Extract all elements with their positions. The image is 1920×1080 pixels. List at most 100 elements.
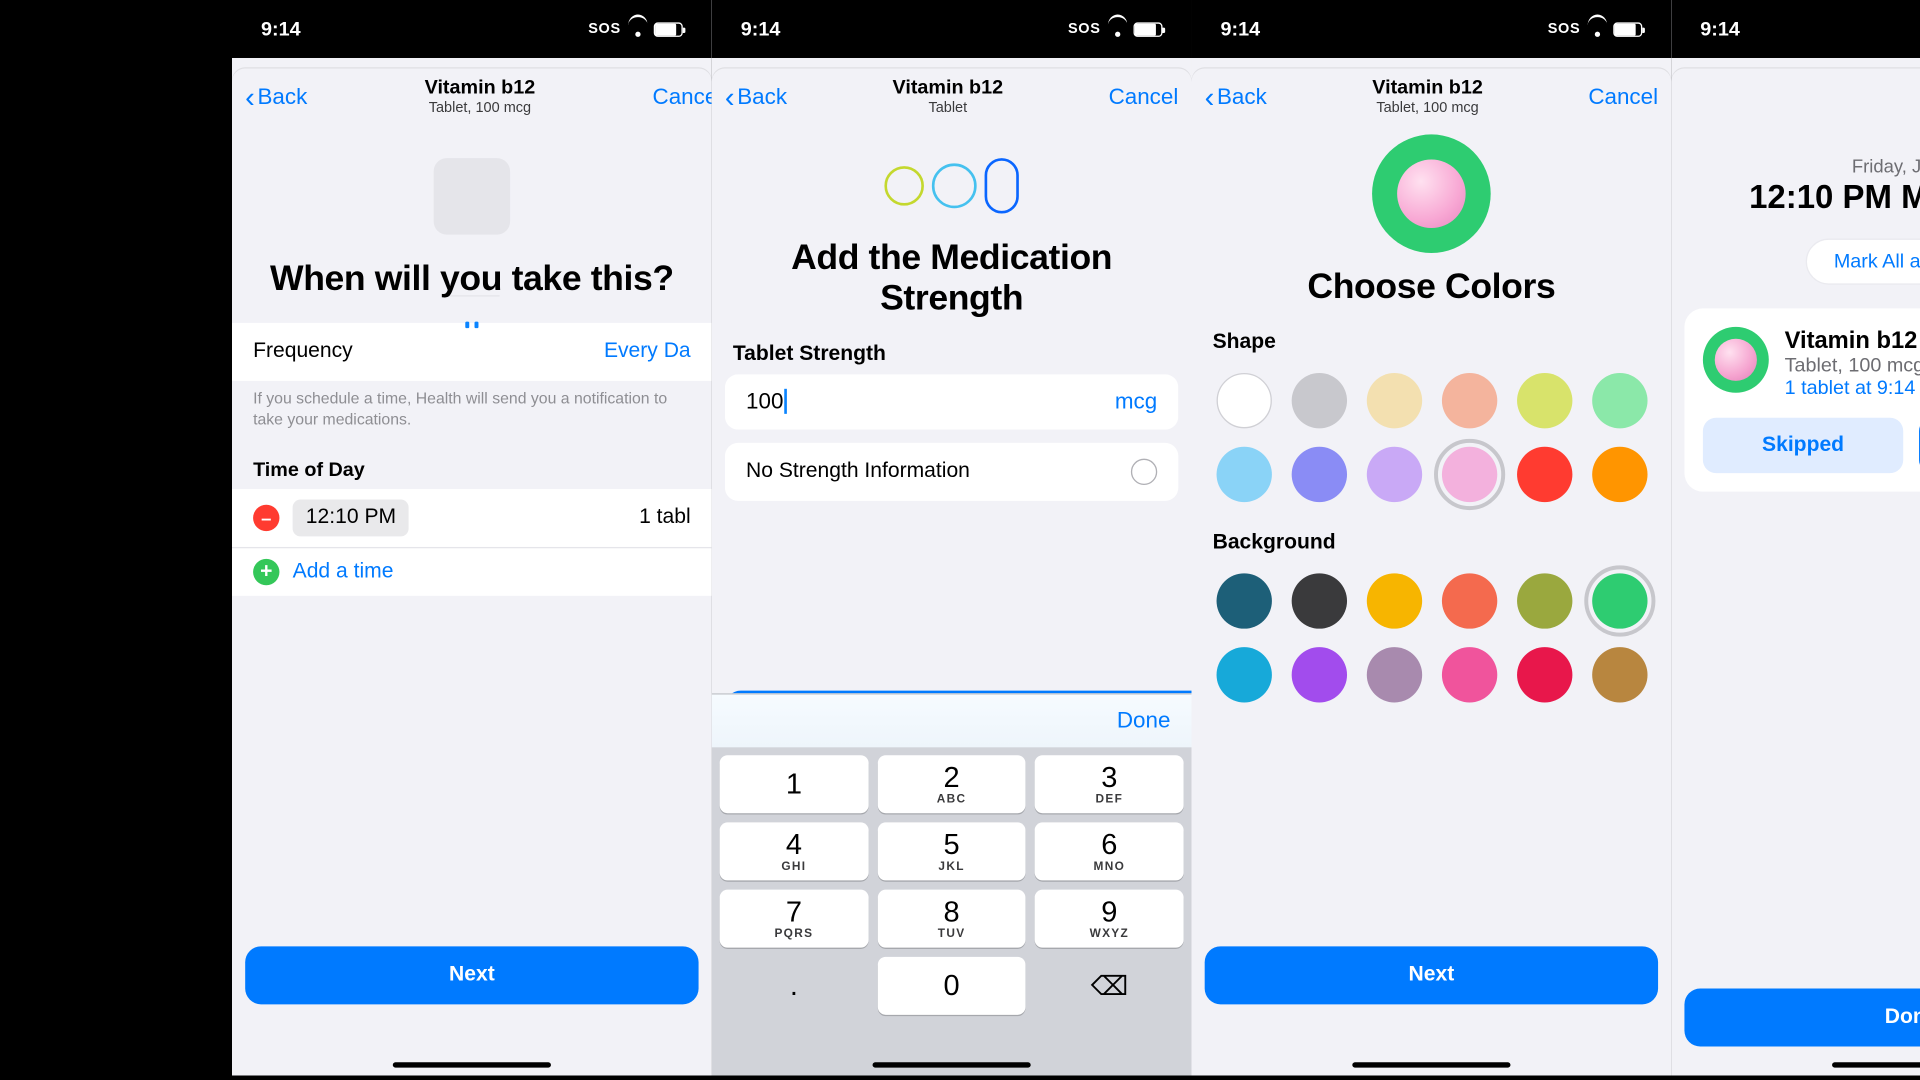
dose-value[interactable]: 1 tabl: [639, 506, 691, 530]
time-row[interactable]: – 12:10 PM 1 tabl: [232, 489, 712, 547]
battery-icon: [654, 22, 683, 36]
color-swatch[interactable]: [1291, 573, 1346, 628]
color-swatch[interactable]: [1291, 647, 1346, 702]
status-bar: 9:14 SOS: [232, 0, 712, 58]
color-swatch[interactable]: [1366, 573, 1421, 628]
pill-preview-icon: [1372, 134, 1491, 253]
strength-input[interactable]: 100mcg: [725, 374, 1178, 429]
status-bar: 9:14 SOS: [1192, 0, 1672, 58]
key-5[interactable]: 5JKL: [877, 822, 1026, 880]
done-button[interactable]: Done: [1684, 988, 1920, 1046]
radio-icon: [1131, 459, 1157, 485]
cancel-button[interactable]: Cancel: [653, 84, 712, 110]
time-of-day-label: Time of Day: [232, 430, 712, 489]
cancel-button[interactable]: Cancel: [1109, 84, 1179, 110]
log-date: Friday, July 08: [1671, 156, 1920, 177]
screen-schedule: 9:14 SOS ‹Back Vitamin b12Tablet, 100 mc…: [232, 0, 712, 1075]
key-6[interactable]: 6MNO: [1035, 822, 1183, 880]
color-swatch[interactable]: [1216, 647, 1271, 702]
add-icon[interactable]: +: [253, 559, 279, 585]
color-swatch[interactable]: [1366, 373, 1421, 428]
key-9[interactable]: 9WXYZ: [1035, 890, 1183, 948]
color-swatch[interactable]: [1516, 373, 1571, 428]
keyboard-done-button[interactable]: Done: [1117, 708, 1171, 734]
color-swatch[interactable]: [1441, 573, 1496, 628]
color-swatch[interactable]: [1216, 447, 1271, 502]
color-swatch[interactable]: [1441, 647, 1496, 702]
color-swatch[interactable]: [1592, 447, 1647, 502]
nav-bar: ‹Back Vitamin b12Tablet, 100 mcg Cancel: [232, 69, 712, 127]
calendar-icon: [434, 158, 510, 234]
color-swatch[interactable]: [1516, 647, 1571, 702]
key-0[interactable]: 0: [877, 957, 1026, 1015]
color-swatch[interactable]: [1441, 447, 1496, 502]
cancel-button[interactable]: Cancel: [1588, 84, 1658, 110]
medication-card: Vitamin b12 Tablet, 100 mcg 1 tablet at …: [1684, 308, 1920, 491]
hint-text: If you schedule a time, Health will send…: [232, 381, 712, 430]
color-swatch[interactable]: [1516, 573, 1571, 628]
mark-all-button[interactable]: Mark All as Taken: [1806, 239, 1920, 285]
color-swatch[interactable]: [1366, 647, 1421, 702]
time-value[interactable]: 12:10 PM: [293, 500, 410, 537]
screen-log: 9:14 SOS Cancel Friday, July 08 12:10 PM…: [1671, 0, 1920, 1075]
next-button[interactable]: Next: [245, 946, 698, 1004]
key-7[interactable]: 7PQRS: [720, 890, 868, 948]
key-delete[interactable]: ⌫: [1035, 957, 1183, 1015]
home-indicator: [1352, 1062, 1510, 1067]
home-indicator: [393, 1062, 551, 1067]
chevron-left-icon: ‹: [245, 83, 255, 112]
next-button[interactable]: Next: [1205, 946, 1658, 1004]
back-button[interactable]: ‹Back: [245, 83, 307, 112]
color-swatch[interactable]: [1291, 373, 1346, 428]
skipped-button[interactable]: Skipped: [1703, 418, 1903, 473]
screen-strength: 9:14 SOS ‹Back Vitamin b12Tablet Cancel …: [712, 0, 1192, 1075]
color-swatch[interactable]: [1441, 373, 1496, 428]
battery-icon: [1134, 22, 1163, 36]
chevron-left-icon: ‹: [725, 83, 735, 112]
home-indicator: [873, 1062, 1031, 1067]
key-3[interactable]: 3DEF: [1035, 755, 1183, 813]
key-4[interactable]: 4GHI: [720, 822, 868, 880]
color-swatch[interactable]: [1366, 447, 1421, 502]
wifi-icon: [1587, 22, 1607, 36]
background-label: Background: [1192, 507, 1672, 562]
nav-subtitle: Tablet, 100 mcg: [425, 101, 536, 118]
page-title: Add the Medication Strength: [735, 237, 1167, 319]
med-name: Vitamin b12: [1785, 327, 1920, 355]
page-title: When will you take this?: [256, 258, 688, 299]
color-swatch[interactable]: [1216, 573, 1271, 628]
color-swatch[interactable]: [1592, 573, 1647, 628]
key-1[interactable]: 1: [720, 755, 868, 813]
med-dose-link[interactable]: 1 tablet at 9:14 PM›: [1785, 377, 1920, 399]
key-2[interactable]: 2ABC: [877, 755, 1026, 813]
back-button[interactable]: ‹Back: [1205, 83, 1267, 112]
log-title: 12:10 PM Medication: [1671, 179, 1920, 217]
chevron-left-icon: ‹: [1205, 83, 1215, 112]
wifi-icon: [1107, 22, 1127, 36]
color-swatch[interactable]: [1516, 447, 1571, 502]
color-swatch[interactable]: [1592, 647, 1647, 702]
home-indicator: [1832, 1062, 1920, 1067]
color-swatch[interactable]: [1216, 373, 1271, 428]
status-bar: 9:14 SOS: [712, 0, 1192, 58]
screen-colors: 9:14 SOS ‹Back Vitamin b12Tablet, 100 mc…: [1192, 0, 1672, 1075]
page-title: Choose Colors: [1215, 266, 1647, 307]
pill-icon: [884, 158, 1018, 213]
key-dot[interactable]: .: [720, 957, 868, 1015]
add-time-row[interactable]: + Add a time: [232, 547, 712, 596]
status-bar: 9:14 SOS: [1671, 0, 1920, 58]
status-time: 9:14: [261, 18, 301, 40]
remove-icon[interactable]: –: [253, 505, 279, 531]
battery-icon: [1613, 22, 1642, 36]
numeric-keyboard: Done 12ABC3DEF 4GHI5JKL6MNO 7PQRS8TUV9WXYZ…: [712, 693, 1192, 1075]
med-sub: Tablet, 100 mcg: [1785, 355, 1920, 377]
wifi-icon: [627, 22, 647, 36]
color-swatch[interactable]: [1291, 447, 1346, 502]
strength-label: Tablet Strength: [712, 319, 1192, 374]
nav-title: Vitamin b12: [425, 77, 536, 101]
no-strength-row[interactable]: No Strength Information: [725, 443, 1178, 501]
key-8[interactable]: 8TUV: [877, 890, 1026, 948]
color-swatch[interactable]: [1592, 373, 1647, 428]
shape-label: Shape: [1192, 307, 1672, 362]
back-button[interactable]: ‹Back: [725, 83, 787, 112]
